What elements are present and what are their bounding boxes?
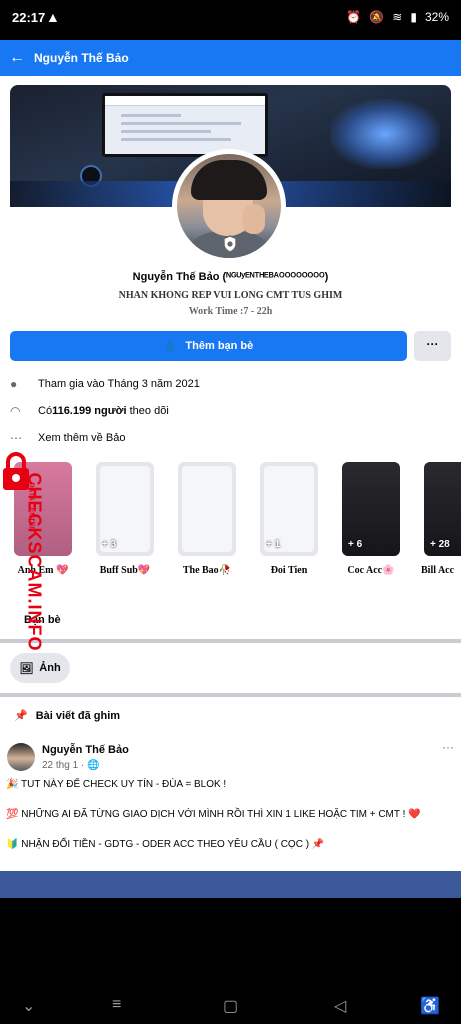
photos-tab-button[interactable]: 🖼 Ảnh bbox=[10, 653, 70, 683]
ellipsis-icon: ⋯ bbox=[10, 431, 22, 445]
pin-icon: 📌 bbox=[14, 710, 28, 722]
highlight-card[interactable]: + 3 bbox=[96, 462, 154, 556]
joined-text: Tham gia vào Tháng 3 năm 2021 bbox=[38, 378, 200, 390]
post-meta: 22 thg 1 · 🌐 bbox=[42, 760, 100, 771]
add-friend-icon: 👤 bbox=[163, 340, 178, 353]
app-bar-title: Nguyễn Thế Bảo bbox=[34, 51, 129, 65]
post-text-line: 🔰 NHẬN ĐỔI TIỀN - GDTG - ODER ACC THEO Y… bbox=[6, 839, 325, 850]
photos-label: Ảnh bbox=[39, 662, 61, 674]
highlight-label: The Bao🥀 bbox=[182, 565, 232, 576]
post-author-name[interactable]: Nguyễn Thế Bảo bbox=[42, 744, 129, 756]
bottom-strip bbox=[0, 871, 461, 898]
post-text-line: 🎉 TUT NÀY ĐỂ CHECK UY TÍN - ĐÙA = BLOK ! bbox=[6, 779, 227, 790]
profile-guard-shield-icon bbox=[223, 235, 237, 253]
info-see-more[interactable]: ⋯ Xem thêm về Bảo bbox=[10, 429, 125, 447]
watermark-sub: DATA CENTER bbox=[27, 482, 35, 532]
section-divider bbox=[0, 639, 461, 643]
profile-work-time: Work Time :7 - 22h bbox=[188, 306, 273, 317]
post-options-button[interactable]: ··· bbox=[442, 740, 454, 754]
signal-icon: ▮ bbox=[410, 10, 417, 24]
highlight-count: + 28 bbox=[430, 539, 450, 550]
highlight-card[interactable] bbox=[178, 462, 236, 556]
rss-icon: ◠ bbox=[10, 404, 21, 418]
highlight-count: + 3 bbox=[102, 539, 117, 550]
system-nav-bar: ⌄ ≡ ▢ ◁ ♿ bbox=[0, 898, 461, 1024]
highlight-label: Bill Acc bbox=[421, 565, 455, 576]
profile-content[interactable]: Nguyễn Thế Bảo (ᴺᴳᵁʸᴱᴺᵀᴴᴱᴮᴬᴼᴼᴼᴼᴼᴼᴼᴼ) NHA… bbox=[0, 76, 461, 871]
post-date: 22 thg 1 · bbox=[42, 760, 85, 771]
pinned-posts-heading: 📌 Bài viết đã ghim bbox=[14, 709, 121, 723]
accessibility-icon[interactable]: ♿ bbox=[420, 996, 440, 1016]
cover-monitor bbox=[102, 93, 268, 157]
home-icon[interactable]: ▢ bbox=[223, 996, 238, 1016]
highlight-label: Đoi Tien bbox=[270, 565, 308, 576]
info-followers[interactable]: ◠ Có 116.199 người theo dõi bbox=[10, 402, 169, 420]
highlight-card[interactable]: + 1 bbox=[260, 462, 318, 556]
mute-icon: 🔕 bbox=[369, 10, 385, 24]
see-more-text: Xem thêm về Bảo bbox=[38, 432, 126, 444]
highlight-card[interactable]: + 6 bbox=[342, 462, 400, 556]
battery-level: 32% bbox=[424, 10, 449, 24]
alarm-icon: ⏰ bbox=[346, 10, 362, 24]
add-friend-button[interactable]: 👤 Thêm bạn bè bbox=[10, 331, 407, 361]
status-bar: 22:17 ▲ ⏰ 🔕 ≋ ▮ 32% bbox=[0, 0, 461, 36]
add-friend-label: Thêm bạn bè bbox=[185, 340, 254, 352]
section-divider bbox=[0, 693, 461, 697]
cover-light bbox=[330, 99, 440, 169]
recents-icon[interactable]: ≡ bbox=[112, 996, 121, 1014]
warning-icon: ▲ bbox=[46, 9, 60, 25]
wifi-icon: ≋ bbox=[392, 10, 403, 24]
featured-highlights[interactable]: Anh Em 💖 + 3 Buff Sub💖 The Bao🥀 + 1 Đoi … bbox=[10, 462, 461, 602]
profile-bio: NHAN KHONG REP VUI LONG CMT TUS GHIM bbox=[118, 290, 343, 301]
highlight-label: Buff Sub💖 bbox=[99, 565, 151, 576]
back-icon[interactable]: ◁ bbox=[334, 996, 346, 1016]
app-bar: ← Nguyễn Thế Bảo bbox=[0, 40, 461, 76]
highlight-card[interactable]: + 28 bbox=[424, 462, 461, 556]
clock-icon: ● bbox=[10, 377, 18, 391]
screen: 22:17 ▲ ⏰ 🔕 ≋ ▮ 32% ← Nguyễn Thế Bảo Ngu… bbox=[0, 0, 461, 1024]
image-icon: 🖼 bbox=[19, 662, 34, 675]
pinned-label: Bài viết đã ghim bbox=[35, 709, 121, 722]
profile-name: Nguyễn Thế Bảo (ᴺᴳᵁʸᴱᴺᵀᴴᴱᴮᴬᴼᴼᴼᴼᴼᴼᴼᴼ) bbox=[132, 271, 329, 283]
post-text-line: 💯 NHỮNG AI ĐÃ TỪNG GIAO DỊCH VỚI MÌNH RỒ… bbox=[6, 809, 421, 820]
followers-suffix: theo dõi bbox=[126, 405, 169, 417]
globe-icon: 🌐 bbox=[87, 760, 100, 771]
status-time: 22:17 bbox=[12, 10, 46, 25]
followers-count: 116.199 người bbox=[52, 405, 127, 417]
arrow-left-icon[interactable]: ← bbox=[0, 49, 34, 67]
highlight-count: + 6 bbox=[348, 539, 363, 550]
post-author-avatar[interactable] bbox=[7, 743, 35, 771]
info-joined: ● Tham gia vào Tháng 3 năm 2021 bbox=[10, 375, 200, 393]
followers-prefix: Có bbox=[38, 405, 53, 417]
more-options-button[interactable]: ··· bbox=[414, 331, 451, 361]
highlight-label: Coc Acc🌸 bbox=[347, 565, 395, 576]
highlight-count: + 1 bbox=[266, 539, 281, 550]
chevron-down-icon[interactable]: ⌄ bbox=[22, 996, 35, 1016]
